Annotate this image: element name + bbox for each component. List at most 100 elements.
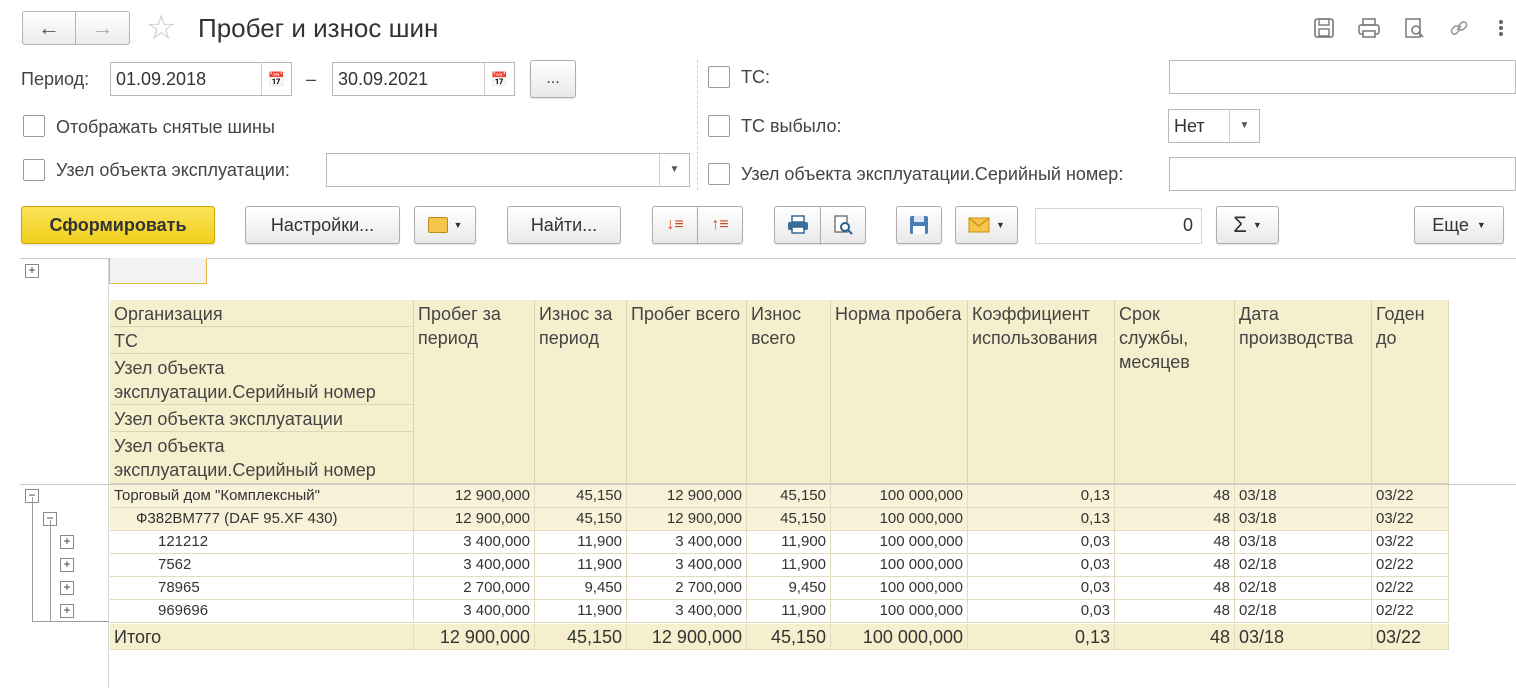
total-cell[interactable]: 100 000,000 [831, 624, 968, 650]
period-select-button[interactable]: ... [530, 60, 576, 98]
table-cell[interactable]: 48 [1115, 577, 1235, 600]
table-cell[interactable]: 3 400,000 [627, 554, 747, 577]
calendar-icon[interactable]: 📅 [484, 63, 514, 95]
table-cell[interactable]: 12 900,000 [414, 508, 535, 531]
table-cell[interactable]: 0,03 [968, 600, 1115, 623]
table-cell[interactable]: 03/22 [1372, 485, 1449, 508]
table-cell[interactable]: 3 400,000 [627, 531, 747, 554]
table-cell[interactable]: 02/18 [1235, 600, 1372, 623]
row-name-cell[interactable]: 7562 [110, 554, 414, 577]
star-icon[interactable]: ☆ [146, 10, 176, 46]
generate-button[interactable]: Сформировать [21, 206, 215, 244]
total-cell[interactable]: 03/22 [1372, 624, 1449, 650]
table-cell[interactable]: 100 000,000 [831, 600, 968, 623]
sort-desc-button[interactable]: ↓≡ [652, 206, 698, 244]
table-cell[interactable]: 03/18 [1235, 508, 1372, 531]
total-cell[interactable]: 45,150 [747, 624, 831, 650]
table-cell[interactable]: 02/22 [1372, 577, 1449, 600]
total-cell[interactable]: 48 [1115, 624, 1235, 650]
row-name-cell[interactable]: 969696 [110, 600, 414, 623]
table-cell[interactable]: 11,900 [747, 531, 831, 554]
table-cell[interactable]: 48 [1115, 508, 1235, 531]
table-cell[interactable]: 03/22 [1372, 531, 1449, 554]
table-cell[interactable]: 2 700,000 [627, 577, 747, 600]
table-cell[interactable]: 03/18 [1235, 485, 1372, 508]
total-cell[interactable]: 12 900,000 [627, 624, 747, 650]
table-cell[interactable]: 12 900,000 [627, 485, 747, 508]
row-name-cell[interactable]: Ф382ВМ777 (DAF 95.XF 430) [110, 508, 414, 531]
ts-retired-select[interactable]: Нет ▼ [1168, 109, 1260, 143]
send-email-button[interactable]: ▼ [955, 206, 1018, 244]
table-cell[interactable]: 45,150 [747, 508, 831, 531]
table-cell[interactable]: 0,03 [968, 531, 1115, 554]
table-cell[interactable]: 0,03 [968, 577, 1115, 600]
table-cell[interactable]: 9,450 [535, 577, 627, 600]
row-name-cell[interactable]: 78965 [110, 577, 414, 600]
table-cell[interactable]: 45,150 [535, 508, 627, 531]
node-checkbox[interactable] [23, 159, 45, 181]
sum-field[interactable]: 0 [1035, 208, 1202, 244]
preview-button[interactable] [820, 206, 866, 244]
table-cell[interactable]: 0,03 [968, 554, 1115, 577]
table-cell[interactable]: 3 400,000 [414, 554, 535, 577]
find-button[interactable]: Найти... [507, 206, 621, 244]
node-field[interactable]: ▼ [326, 153, 690, 187]
total-cell[interactable]: 0,13 [968, 624, 1115, 650]
table-cell[interactable]: 02/18 [1235, 577, 1372, 600]
table-cell[interactable]: 11,900 [535, 554, 627, 577]
table-cell[interactable]: 02/22 [1372, 554, 1449, 577]
table-cell[interactable]: 45,150 [747, 485, 831, 508]
ts-retired-checkbox[interactable] [708, 115, 730, 137]
table-cell[interactable]: 2 700,000 [414, 577, 535, 600]
expand-icon[interactable]: + [60, 558, 74, 572]
table-cell[interactable]: 48 [1115, 554, 1235, 577]
preview-icon[interactable] [1402, 16, 1426, 40]
row-name-cell[interactable]: Торговый дом "Комплексный" [110, 485, 414, 508]
forward-button[interactable]: → [76, 11, 130, 45]
date-from-field[interactable]: 01.09.2018 📅 [110, 62, 292, 96]
calendar-icon[interactable]: 📅 [261, 63, 291, 95]
date-to-field[interactable]: 30.09.2021 📅 [332, 62, 515, 96]
link-icon[interactable] [1447, 16, 1471, 40]
table-cell[interactable]: 0,13 [968, 508, 1115, 531]
table-cell[interactable]: 12 900,000 [414, 485, 535, 508]
table-cell[interactable]: 3 400,000 [414, 600, 535, 623]
total-cell[interactable]: 12 900,000 [414, 624, 535, 650]
sum-button[interactable]: Σ ▼ [1216, 206, 1279, 244]
table-cell[interactable]: 100 000,000 [831, 554, 968, 577]
expand-icon[interactable]: + [60, 535, 74, 549]
more-vertical-icon[interactable] [1492, 16, 1510, 40]
table-cell[interactable]: 48 [1115, 531, 1235, 554]
table-cell[interactable]: 02/18 [1235, 554, 1372, 577]
table-cell[interactable]: 11,900 [535, 531, 627, 554]
table-cell[interactable]: 48 [1115, 485, 1235, 508]
node-serial-checkbox[interactable] [708, 163, 730, 185]
print-icon[interactable] [1357, 16, 1381, 40]
expand-all-icon[interactable]: + [25, 264, 39, 278]
table-cell[interactable]: 12 900,000 [627, 508, 747, 531]
save-icon[interactable] [1312, 16, 1336, 40]
more-button[interactable]: Еще ▼ [1414, 206, 1504, 244]
expand-icon[interactable]: + [60, 581, 74, 595]
ts-field[interactable] [1169, 60, 1516, 94]
variants-button[interactable]: ▼ [414, 206, 476, 244]
row-name-cell[interactable]: 121212 [110, 531, 414, 554]
chevron-down-icon[interactable]: ▼ [1229, 110, 1259, 142]
table-cell[interactable]: 3 400,000 [627, 600, 747, 623]
print-button[interactable] [774, 206, 821, 244]
settings-button[interactable]: Настройки... [245, 206, 400, 244]
save-report-button[interactable] [896, 206, 942, 244]
table-cell[interactable]: 9,450 [747, 577, 831, 600]
back-button[interactable]: ← [22, 11, 76, 45]
sort-asc-button[interactable]: ↑≡ [697, 206, 743, 244]
table-cell[interactable]: 45,150 [535, 485, 627, 508]
table-cell[interactable]: 100 000,000 [831, 508, 968, 531]
node-serial-field[interactable] [1169, 157, 1516, 191]
table-cell[interactable]: 100 000,000 [831, 531, 968, 554]
table-cell[interactable]: 100 000,000 [831, 485, 968, 508]
total-cell[interactable]: 45,150 [535, 624, 627, 650]
table-cell[interactable]: 48 [1115, 600, 1235, 623]
table-cell[interactable]: 02/22 [1372, 600, 1449, 623]
table-cell[interactable]: 03/18 [1235, 531, 1372, 554]
table-cell[interactable]: 11,900 [747, 554, 831, 577]
